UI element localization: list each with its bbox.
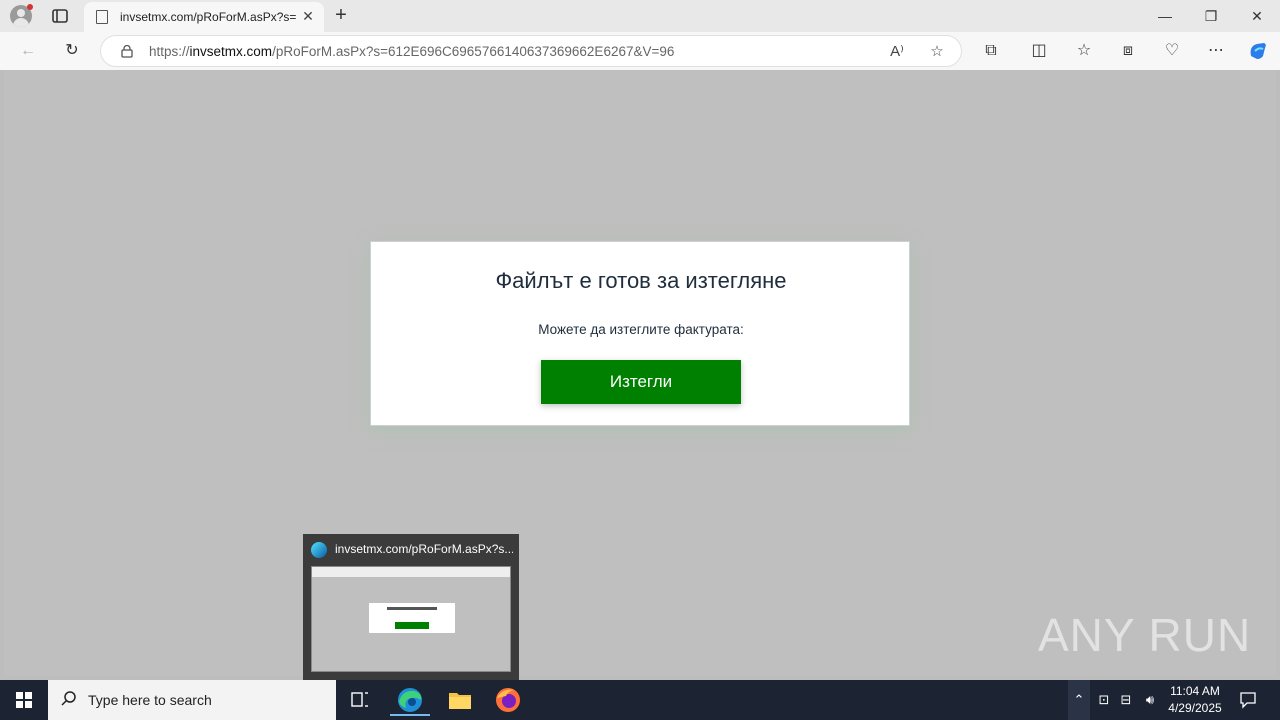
notification-dot (27, 4, 33, 10)
url-scheme: https:// (149, 44, 190, 59)
new-tab-icon[interactable]: + (332, 5, 350, 25)
url-text[interactable]: https://invsetmx.com/pRoForM.asPx?s=612E… (149, 44, 674, 59)
download-card: Файлът е готов за изтегляне Можете да из… (370, 241, 910, 426)
search-icon (60, 690, 80, 710)
edge-taskbar-icon[interactable] (390, 684, 430, 716)
browser-essentials-icon[interactable]: ♡ (1160, 40, 1184, 62)
tab-actions-icon[interactable] (50, 7, 70, 25)
volume-icon[interactable]: 🔊︎ (1140, 680, 1160, 720)
page-heading: Файлът е готов за изтегляне (495, 268, 787, 293)
windows-logo-icon (16, 692, 32, 708)
network-icon[interactable]: ⊟ (1116, 680, 1136, 720)
active-tab[interactable]: invsetmx.com/pRoForM.asPx?s= ✕ (84, 2, 324, 32)
page-viewport: Файлът е готов за изтегляне Можете да из… (4, 70, 1276, 676)
extensions-icon[interactable]: ⧉ (979, 40, 1003, 62)
page-icon (96, 10, 108, 24)
anyrun-watermark: ANY RUN (1038, 609, 1252, 661)
search-placeholder: Type here to search (88, 692, 212, 708)
clock-date: 4/29/2025 (1168, 701, 1222, 715)
restore-icon[interactable]: ❐ (1188, 0, 1234, 32)
favorite-star-icon[interactable]: ☆ (927, 42, 947, 62)
back-icon[interactable]: ← (16, 40, 40, 62)
favorites-icon[interactable]: ☆ (1072, 40, 1096, 62)
tab-title: invsetmx.com/pRoForM.asPx?s= (120, 10, 296, 24)
close-tab-icon[interactable]: ✕ (300, 8, 316, 24)
copilot-icon[interactable] (1246, 40, 1270, 62)
firefox-icon[interactable] (488, 684, 528, 716)
tab-strip: invsetmx.com/pRoForM.asPx?s= ✕ + — ❐ ✕ (0, 0, 1280, 32)
lock-icon[interactable] (121, 44, 133, 58)
minimize-icon[interactable]: — (1142, 0, 1188, 32)
thumbnail-preview[interactable] (311, 566, 511, 672)
task-view-icon[interactable] (340, 684, 380, 716)
download-button[interactable]: Изтегли (541, 360, 741, 404)
system-clock[interactable]: 11:04 AM 4/29/2025 (1160, 683, 1230, 717)
taskbar-thumbnail[interactable]: invsetmx.com/pRoForM.asPx?s... (303, 534, 519, 680)
address-bar[interactable]: https://invsetmx.com/pRoForM.asPx?s=612E… (100, 35, 962, 67)
url-domain: invsetmx.com (189, 44, 273, 59)
more-options-icon[interactable]: ⋯ (1204, 40, 1228, 62)
close-window-icon[interactable]: ✕ (1234, 0, 1280, 32)
show-hidden-icons-icon[interactable]: ⌃ (1068, 680, 1090, 720)
download-message: Можете да изтеглите фактурата: (538, 322, 744, 337)
browser-toolbar: ← ↻ https://invsetmx.com/pRoForM.asPx?s=… (0, 32, 1280, 70)
split-screen-icon[interactable]: ◫ (1027, 40, 1051, 62)
meet-now-icon[interactable]: ⊡ (1094, 680, 1114, 720)
start-button[interactable] (0, 680, 48, 720)
edge-icon (311, 542, 327, 558)
notifications-icon[interactable] (1236, 680, 1260, 720)
taskbar-search[interactable]: Type here to search (48, 680, 336, 720)
collections-icon[interactable]: ⧈ (1116, 40, 1140, 62)
thumbnail-title: invsetmx.com/pRoForM.asPx?s... (335, 542, 513, 556)
taskbar: Type here to search ⌃ ⊡ ⊟ 🔊︎ 11:04 AM 4/… (0, 680, 1280, 720)
clock-time: 11:04 AM (1170, 684, 1220, 698)
url-path: /pRoForM.asPx?s=612E696C6965766140637369… (272, 44, 675, 59)
file-explorer-icon[interactable] (440, 684, 480, 716)
refresh-icon[interactable]: ↻ (60, 40, 84, 62)
read-aloud-icon[interactable]: A⁾ (887, 42, 907, 62)
